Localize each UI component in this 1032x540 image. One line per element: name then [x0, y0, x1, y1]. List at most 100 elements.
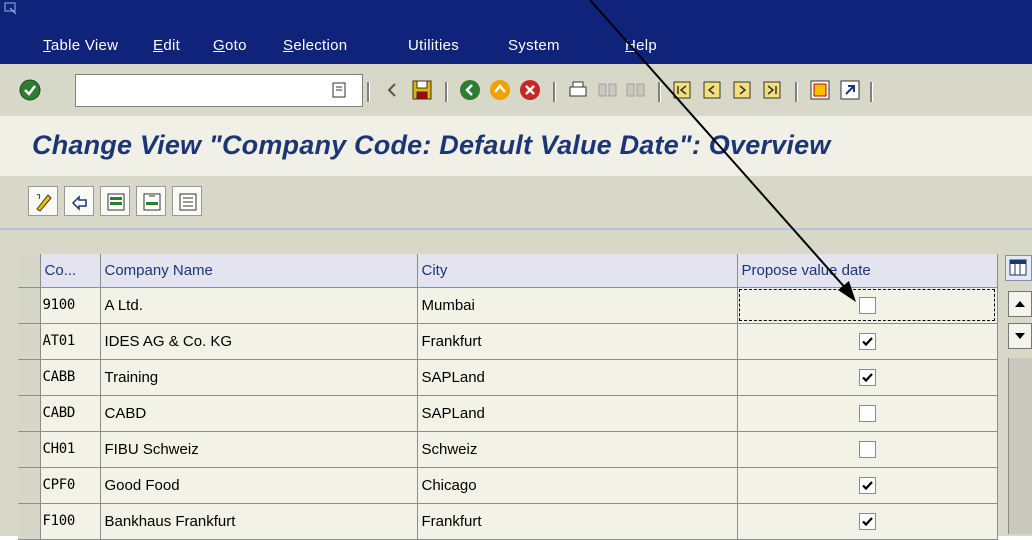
first-page-icon[interactable]	[670, 78, 694, 102]
toolbar-separator	[870, 82, 873, 102]
row-selector[interactable]	[18, 431, 41, 468]
select-block-button[interactable]	[136, 186, 166, 216]
propose-value-date-checkbox[interactable]	[858, 440, 876, 458]
deselect-all-icon	[179, 193, 197, 211]
toolbar-separator	[445, 82, 448, 102]
command-field[interactable]	[75, 74, 363, 107]
toolbar-separator	[658, 82, 661, 102]
select-all-button[interactable]	[100, 186, 130, 216]
scroll-track[interactable]	[1008, 358, 1032, 534]
row-selector[interactable]	[18, 395, 41, 432]
find-icon[interactable]	[596, 78, 620, 102]
menu-goto[interactable]: Goto	[213, 37, 247, 54]
select-all-rows-cell[interactable]	[18, 254, 41, 288]
propose-value-date-checkbox[interactable]	[858, 332, 876, 350]
cell-company-code[interactable]: CPF0	[40, 467, 101, 504]
create-session-icon[interactable]	[808, 78, 832, 102]
menu-selection[interactable]: Selection	[283, 37, 347, 54]
deselect-all-button[interactable]	[172, 186, 202, 216]
cell-propose-value-date	[737, 359, 998, 396]
cell-company-name[interactable]: CABD	[100, 395, 418, 432]
table-control: Co... Company Name City Propose value da…	[18, 254, 998, 540]
cell-company-code[interactable]: 9100	[40, 287, 101, 324]
edit-pencil-icon	[36, 194, 52, 212]
cell-city[interactable]: Frankfurt	[417, 323, 738, 360]
cell-company-code[interactable]: CABB	[40, 359, 101, 396]
table-settings-icon	[1009, 259, 1027, 276]
row-selector[interactable]	[18, 359, 41, 396]
page-title: Change View "Company Code: Default Value…	[32, 130, 831, 160]
cell-company-name[interactable]: A Ltd.	[100, 287, 418, 324]
save-icon[interactable]	[410, 78, 434, 102]
system-menu-icon[interactable]	[4, 2, 18, 16]
column-header-company-name[interactable]: Company Name	[100, 254, 418, 288]
menu-bar	[0, 0, 1032, 64]
enter-icon[interactable]	[18, 78, 42, 102]
table-row: CH01 FIBU Schweiz Schweiz	[18, 431, 998, 468]
row-selector[interactable]	[18, 467, 41, 504]
last-page-icon[interactable]	[760, 78, 784, 102]
column-header-city[interactable]: City	[417, 254, 738, 288]
propose-value-date-checkbox[interactable]	[858, 296, 876, 314]
menu-table-view[interactable]: Table View	[43, 37, 118, 54]
cell-company-name[interactable]: Good Food	[100, 467, 418, 504]
next-page-icon[interactable]	[730, 78, 754, 102]
table-row: AT01 IDES AG & Co. KG Frankfurt	[18, 323, 998, 360]
toolbar-separator	[367, 82, 370, 102]
undo-button[interactable]	[64, 186, 94, 216]
back-icon[interactable]	[458, 78, 482, 102]
cell-company-name[interactable]: Training	[100, 359, 418, 396]
print-icon[interactable]	[566, 78, 590, 102]
cell-propose-value-date	[737, 467, 998, 504]
checkmark-icon	[861, 517, 873, 526]
cell-company-name[interactable]: FIBU Schweiz	[100, 431, 418, 468]
table-row: CABB Training SAPLand	[18, 359, 998, 396]
cell-propose-value-date	[737, 395, 998, 432]
cell-company-code[interactable]: CH01	[40, 431, 101, 468]
cancel-icon[interactable]	[518, 78, 542, 102]
table-header-row: Co... Company Name City Propose value da…	[18, 254, 998, 288]
previous-page-icon[interactable]	[700, 78, 724, 102]
back-arrow-icon[interactable]	[380, 78, 404, 102]
propose-value-date-checkbox[interactable]	[858, 476, 876, 494]
checkmark-icon	[861, 337, 873, 346]
select-block-icon	[143, 193, 161, 211]
checkmark-icon	[861, 481, 873, 490]
cell-company-name[interactable]: IDES AG & Co. KG	[100, 323, 418, 360]
propose-value-date-checkbox[interactable]	[858, 368, 876, 386]
table-row: 9100 A Ltd. Mumbai	[18, 287, 998, 324]
row-selector[interactable]	[18, 287, 41, 324]
row-selector[interactable]	[18, 323, 41, 360]
cell-city[interactable]: SAPLand	[417, 395, 738, 432]
cell-city[interactable]: SAPLand	[417, 359, 738, 396]
menu-system[interactable]: System	[508, 37, 560, 54]
checkmark-icon	[861, 373, 873, 382]
edit-button[interactable]	[28, 186, 58, 216]
propose-value-date-checkbox[interactable]	[858, 512, 876, 530]
find-next-icon[interactable]	[624, 78, 648, 102]
shortcut-icon[interactable]	[838, 78, 862, 102]
menu-help[interactable]: Help	[625, 37, 657, 54]
cell-city[interactable]: Schweiz	[417, 431, 738, 468]
table-row: CPF0 Good Food Chicago	[18, 467, 998, 504]
cell-propose-value-date	[737, 287, 998, 324]
cell-city[interactable]: Mumbai	[417, 287, 738, 324]
column-header-propose-value-date[interactable]: Propose value date	[737, 254, 998, 288]
column-header-code[interactable]: Co...	[40, 254, 101, 288]
cell-propose-value-date	[737, 323, 998, 360]
toolbar-separator	[553, 82, 556, 102]
column-configuration-button[interactable]	[1005, 255, 1032, 281]
arrow-down-icon	[1015, 333, 1025, 339]
exit-icon[interactable]	[488, 78, 512, 102]
history-icon[interactable]	[330, 80, 348, 100]
cell-company-code[interactable]: CABD	[40, 395, 101, 432]
propose-value-date-checkbox[interactable]	[858, 404, 876, 422]
cell-company-code[interactable]: AT01	[40, 323, 101, 360]
scroll-down-button[interactable]	[1008, 323, 1032, 349]
menu-edit[interactable]: Edit	[153, 37, 180, 54]
select-all-icon	[107, 193, 125, 211]
undo-icon	[71, 195, 87, 211]
menu-utilities[interactable]: Utilities	[408, 37, 459, 54]
scroll-up-button[interactable]	[1008, 291, 1032, 317]
cell-city[interactable]: Chicago	[417, 467, 738, 504]
